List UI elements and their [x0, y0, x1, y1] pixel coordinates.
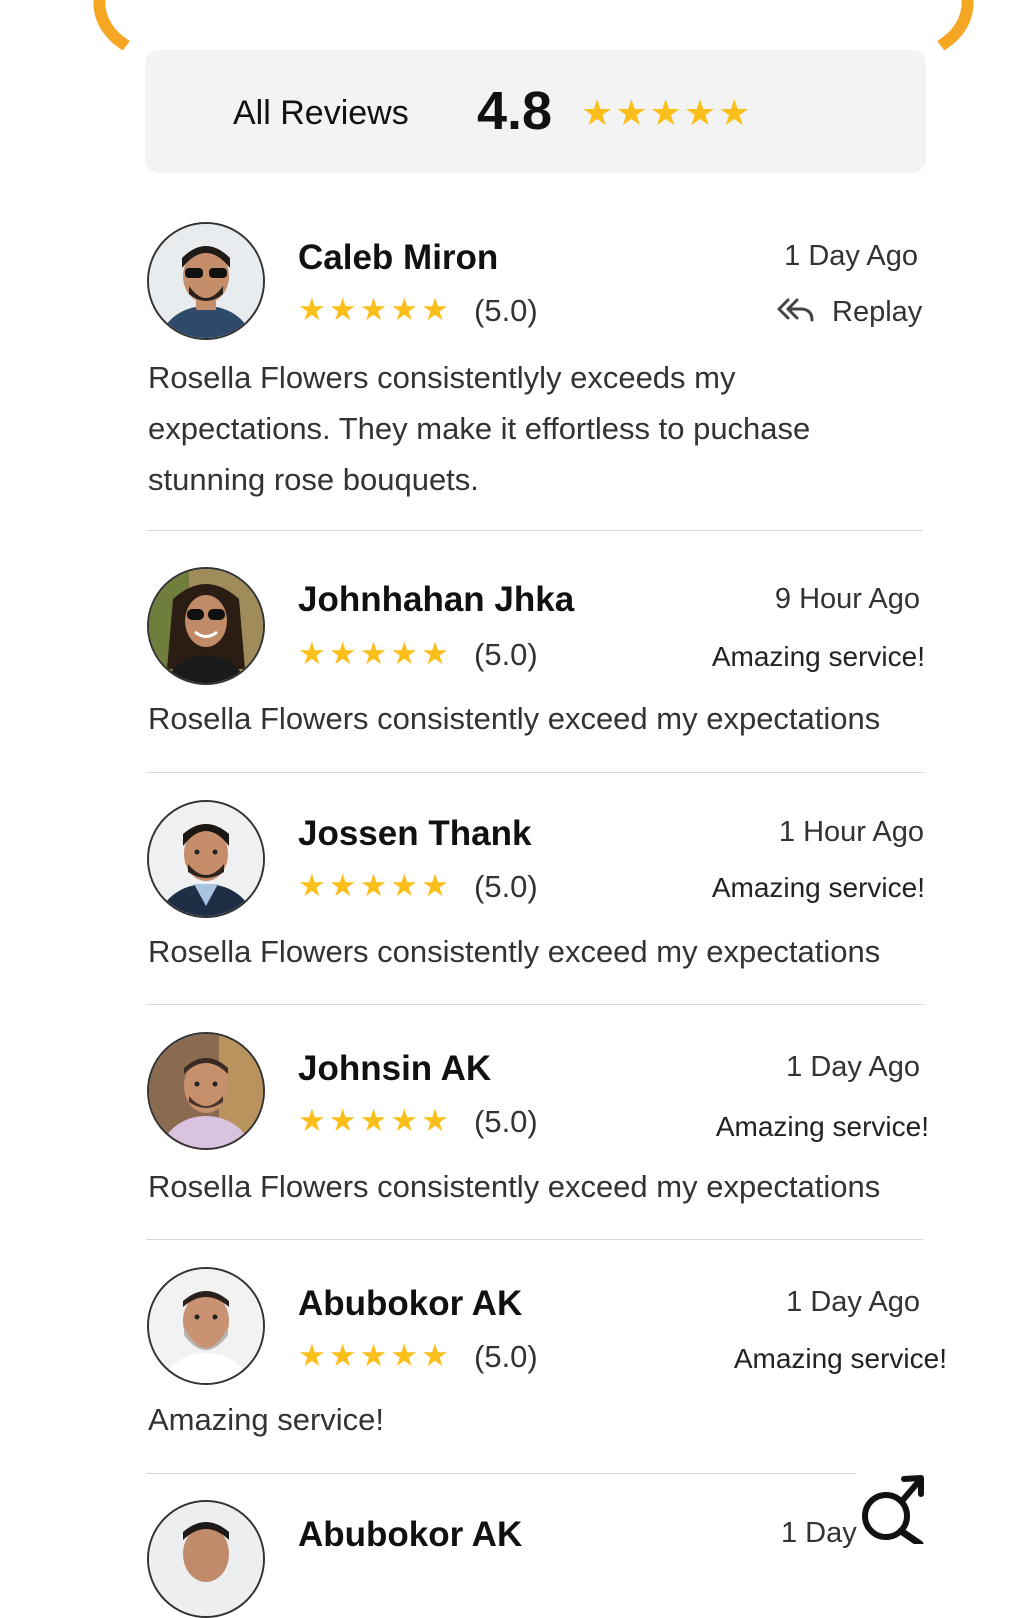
- reviewer-name: Johnsin AK: [298, 1049, 492, 1088]
- review-time: 1 Day Ago: [786, 1286, 920, 1318]
- review-rating: (5.0): [474, 1104, 538, 1139]
- reviewer-name: Johnhahan Jhka: [298, 580, 575, 619]
- average-rating: 4.8: [477, 81, 553, 141]
- all-reviews-label: All Reviews: [233, 94, 409, 132]
- review-rating: (5.0): [474, 869, 538, 904]
- review-time: 9 Hour Ago: [774, 583, 920, 615]
- review-rating: (5.0): [474, 637, 538, 672]
- review-tag: Amazing service!: [715, 1111, 929, 1142]
- reviewer-name: Caleb Miron: [298, 238, 499, 277]
- reviewer-name: Abubokor AK: [298, 1284, 523, 1323]
- review-tag: Amazing service!: [733, 1343, 947, 1374]
- divider: [146, 530, 923, 531]
- avatar[interactable]: [147, 567, 265, 685]
- review-text-line: Rosella Flowers consistently exceed my e…: [148, 701, 881, 736]
- review-time: 1 Day Ago: [784, 240, 918, 272]
- review-time: 1 Hour Ago: [778, 816, 924, 848]
- review-text-line: stunning rose bouquets.: [148, 462, 479, 497]
- review-text-line: Rosella Flowers consistently exceed my e…: [148, 934, 881, 969]
- review-stars: ★★★★★: [298, 1103, 452, 1138]
- avatar[interactable]: [147, 800, 265, 918]
- avatar[interactable]: [147, 1032, 265, 1150]
- review-stars: ★★★★★: [298, 1338, 452, 1373]
- review-tag: Amazing service!: [711, 872, 925, 903]
- review-text-line: Amazing service!: [148, 1402, 385, 1437]
- review-text: Rosella Flowers consistently exceed my e…: [148, 1161, 880, 1212]
- reply-label: Replay: [832, 296, 923, 328]
- avatar[interactable]: [147, 1267, 265, 1385]
- avatar[interactable]: [147, 222, 265, 340]
- review-stars: ★★★★★: [298, 636, 452, 671]
- average-stars: ★★★★★: [581, 92, 753, 133]
- reply-all-icon: [777, 298, 814, 322]
- divider: [146, 1004, 923, 1005]
- review-text: Amazing service!: [148, 1394, 384, 1445]
- review-rating: (5.0): [474, 1339, 538, 1374]
- divider: [146, 1473, 856, 1474]
- review-time: 1 Day: [781, 1517, 857, 1549]
- reviewer-name: Jossen Thank: [298, 814, 532, 853]
- divider: [146, 772, 923, 773]
- review-text: Rosella Flowers consistentlyly exceeds m…: [148, 352, 810, 505]
- search-icon: [858, 1474, 928, 1548]
- review-text: Rosella Flowers consistently exceed my e…: [148, 926, 880, 977]
- review-text-line: Rosella Flowers consistently exceed my e…: [148, 1169, 881, 1204]
- review-stars: ★★★★★: [298, 868, 452, 903]
- review-text-line: Rosella Flowers consistentlyly exceeds m…: [148, 360, 736, 395]
- reviewer-name: Abubokor AK: [298, 1515, 523, 1554]
- reviews-summary-card: All Reviews 4.8 ★★★★★: [145, 50, 926, 173]
- search-button[interactable]: [858, 1474, 928, 1548]
- review-time: 1 Day Ago: [786, 1051, 920, 1083]
- divider: [146, 1239, 923, 1240]
- review-tag: Amazing service!: [711, 641, 925, 672]
- avatar[interactable]: [147, 1500, 265, 1618]
- review-stars: ★★★★★: [298, 292, 452, 327]
- review-text: Rosella Flowers consistently exceed my e…: [148, 693, 880, 744]
- review-text-line: expectations. They make it effortless to…: [148, 411, 811, 446]
- review-rating: (5.0): [474, 293, 538, 328]
